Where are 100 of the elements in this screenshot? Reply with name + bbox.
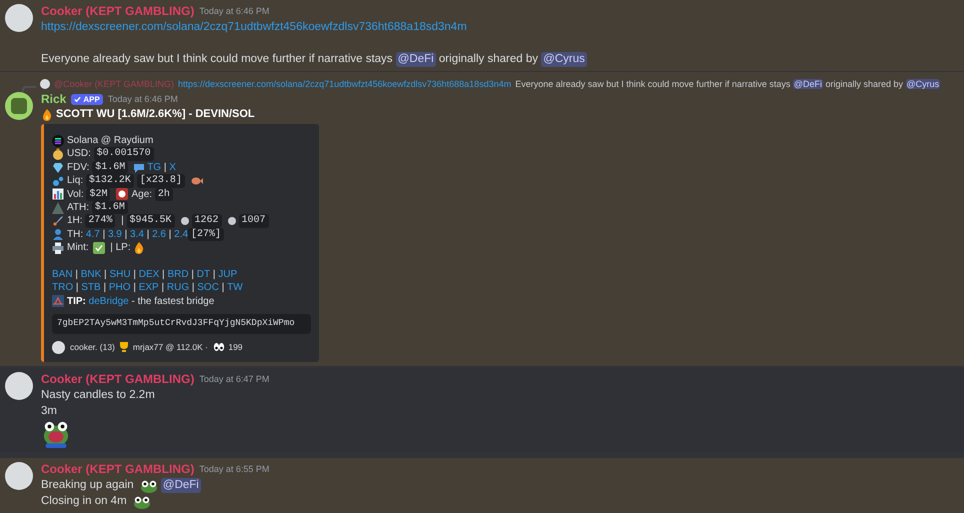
inline-code: $945.5K <box>126 214 175 228</box>
message-text: | <box>74 268 79 282</box>
link[interactable]: STB <box>81 281 101 295</box>
author-name[interactable]: Cooker (KEPT GAMBLING) <box>41 462 194 477</box>
message-text: | <box>160 281 166 295</box>
message-text: | <box>120 214 125 228</box>
author-name[interactable]: Cooker (KEPT GAMBLING) <box>41 4 194 19</box>
inline-code: $1.6M <box>92 160 128 174</box>
message-text: | <box>102 281 108 295</box>
link[interactable]: 2.4 <box>174 228 188 242</box>
mention[interactable]: @DeFi <box>396 52 436 67</box>
fire-icon <box>133 242 146 254</box>
link[interactable]: TRO <box>52 281 74 295</box>
message-text: Age: <box>131 188 154 201</box>
message-text: | <box>190 268 195 282</box>
link[interactable]: BAN <box>52 268 73 282</box>
message-text: Breaking up again <box>41 478 135 493</box>
inline-code: $0.001570 <box>94 147 154 161</box>
link[interactable]: X <box>169 160 176 174</box>
message-text: TH: <box>67 228 84 242</box>
timestamp: Today at 6:55 PM <box>199 463 270 476</box>
frog-emoji-icon <box>41 420 71 448</box>
link[interactable]: https://dexscreener.com/solana/2czq71udtbwfzt456koewfzdlsv736ht688a18sd3n4m <box>178 78 512 90</box>
link[interactable]: DEX <box>138 268 160 282</box>
message-text: | <box>190 281 196 295</box>
peak-icon <box>52 202 64 214</box>
message-text: Liq: <box>67 174 84 188</box>
message-text: | <box>132 281 137 295</box>
link[interactable]: 3.9 <box>108 228 122 242</box>
message-text: | <box>146 228 150 242</box>
checkmark-icon <box>74 96 82 104</box>
author-name[interactable]: Rick <box>41 92 66 108</box>
drops-icon <box>52 174 64 187</box>
chat-icon <box>133 162 146 174</box>
author-name[interactable]: Cooker (KEPT GAMBLING) <box>41 372 194 387</box>
person-icon <box>52 228 64 240</box>
link[interactable]: TG <box>147 160 162 174</box>
link[interactable]: 3.4 <box>130 228 144 242</box>
tip-label: TIP: <box>67 294 87 308</box>
message-text: | <box>124 228 128 242</box>
fish-icon <box>190 174 203 187</box>
message-text: | <box>161 268 166 282</box>
message-text: | <box>102 228 106 242</box>
link[interactable]: RUG <box>166 281 190 295</box>
footer-leader: mrjax77 @ 112.0K · <box>132 340 209 354</box>
message-text: | <box>74 281 80 295</box>
message-text: USD: <box>67 147 92 161</box>
timestamp: Today at 6:46 PM <box>108 93 178 106</box>
link[interactable]: deBridge <box>88 294 129 308</box>
message-text: Nasty candles to 2.2m <box>41 388 155 403</box>
reply-avatar <box>40 79 50 90</box>
inline-code: $1.6M <box>92 200 128 214</box>
message-text: Everyone already saw but I think could move further if narrative stays <box>41 52 394 67</box>
link[interactable]: EXP <box>138 281 159 295</box>
message-text: Closing in on 4m <box>41 494 128 509</box>
link[interactable]: 4.7 <box>86 228 100 242</box>
avatar[interactable] <box>5 462 33 490</box>
inline-code: 274% <box>85 214 116 228</box>
message-text: Mint: <box>67 241 90 255</box>
inline-code: $2M <box>86 188 110 201</box>
eyes-icon <box>213 341 226 354</box>
timestamp: Today at 6:46 PM <box>199 5 270 18</box>
link[interactable]: 2.6 <box>152 228 166 242</box>
dot-icon <box>228 217 236 226</box>
inline-code: 2h <box>154 188 173 201</box>
link[interactable]: https://dexscreener.com/solana/2czq71udtbwfzt456koewfzdlsv736ht688a18sd3n4m <box>41 20 467 35</box>
mention[interactable]: @DeFi <box>160 478 201 493</box>
message-text: - the fastest bridge <box>130 294 214 308</box>
reply-text: Everyone already saw but I think could move further if narrative stays @DeFi originally shared by @Cyrus <box>515 78 940 90</box>
inline-code: [27%] <box>188 228 224 242</box>
footer-avatar <box>52 340 65 354</box>
inline-code: [x23.8] <box>136 174 185 188</box>
link[interactable]: TW <box>227 281 243 295</box>
message-text: ATH: <box>67 200 90 214</box>
link[interactable]: BRD <box>167 268 189 282</box>
message-text: FDV: <box>67 160 90 174</box>
embed-title: SCOTT WU [1.6M/2.6K%] - DEVIN/SOL <box>56 107 255 122</box>
address-code-block: 7gbEP2TAy5wM3TmMp5utCrRvdJ3FFqYjgN5KDpXiWPmo <box>52 314 311 334</box>
message-text: 1H: <box>67 214 84 228</box>
mention[interactable]: @Cyrus <box>541 52 587 67</box>
link[interactable]: SHU <box>109 268 131 282</box>
message-text: | LP: <box>109 241 132 255</box>
avatar[interactable] <box>5 4 33 32</box>
footer-user: cooker. (13) <box>70 340 115 354</box>
message-text: originally shared by <box>438 52 539 67</box>
message-text: | <box>132 268 137 282</box>
timestamp: Today at 6:47 PM <box>199 373 270 386</box>
message-text: | <box>220 281 226 295</box>
link[interactable]: PHO <box>108 281 131 295</box>
avatar[interactable] <box>5 372 33 400</box>
link[interactable]: BNK <box>80 268 102 282</box>
link[interactable]: SOC <box>197 281 219 295</box>
link[interactable]: DT <box>196 268 210 282</box>
chart-icon <box>52 188 64 200</box>
message-text: | <box>168 228 172 242</box>
fire-icon <box>41 108 53 121</box>
frog-emoji-icon <box>132 494 151 508</box>
app-badge: APP <box>71 94 103 106</box>
link[interactable]: JUP <box>218 268 238 282</box>
avatar[interactable] <box>5 92 33 120</box>
